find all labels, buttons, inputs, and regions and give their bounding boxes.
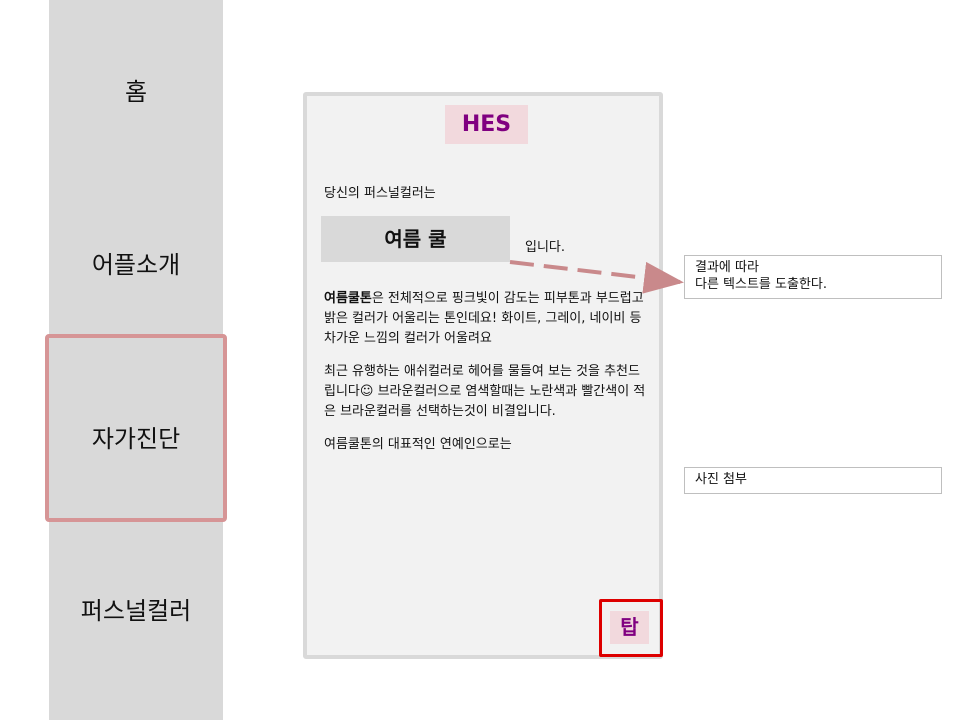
result-description: 여름쿨톤은 전체적으로 핑크빛이 감도는 피부톤과 부드럽고 밝은 컬러가 어울… xyxy=(324,289,646,468)
tip-button[interactable]: 탑 xyxy=(599,599,663,657)
description-paragraph-1-text: 은 전체적으로 핑크빛이 감도는 피부톤과 부드럽고 밝은 컬러가 어울리는 톤… xyxy=(324,291,644,346)
description-paragraph-3: 여름쿨톤의 대표적인 연예인으로는 xyxy=(324,437,512,452)
phone-screen: HES 당신의 퍼스널컬러는 여름 쿨 입니다. 여름쿨톤은 전체적으로 핑크빛… xyxy=(303,92,663,659)
app-logo: HES xyxy=(445,105,528,144)
result-annotation-line-2: 다른 텍스트를 도출한다. xyxy=(695,277,827,292)
active-nav-highlight xyxy=(45,334,227,522)
description-tone-name: 여름쿨톤 xyxy=(324,291,372,306)
photo-annotation-note: 사진 첨부 xyxy=(684,467,942,494)
nav-item-about[interactable]: 어플소개 xyxy=(49,245,223,280)
description-paragraph-2: 최근 유행하는 애쉬컬러로 헤어를 물들여 보는 것을 추천드립니다☺ 브라운컬… xyxy=(324,364,646,419)
tip-button-label: 탑 xyxy=(610,611,649,644)
result-suffix-text: 입니다. xyxy=(525,240,566,255)
nav-item-personal-color[interactable]: 퍼스널컬러 xyxy=(49,591,223,626)
result-color-box: 여름 쿨 xyxy=(321,216,510,262)
description-paragraph-1: 여름쿨톤은 전체적으로 핑크빛이 감도는 피부톤과 부드럽고 밝은 컬러가 어울… xyxy=(324,289,646,349)
result-annotation-line-1: 결과에 따라 xyxy=(695,260,759,275)
nav-item-home[interactable]: 홈 xyxy=(49,72,223,107)
result-annotation-note: 결과에 따라 다른 텍스트를 도출한다. xyxy=(684,255,942,299)
result-intro-text: 당신의 퍼스널컬러는 xyxy=(324,186,436,201)
